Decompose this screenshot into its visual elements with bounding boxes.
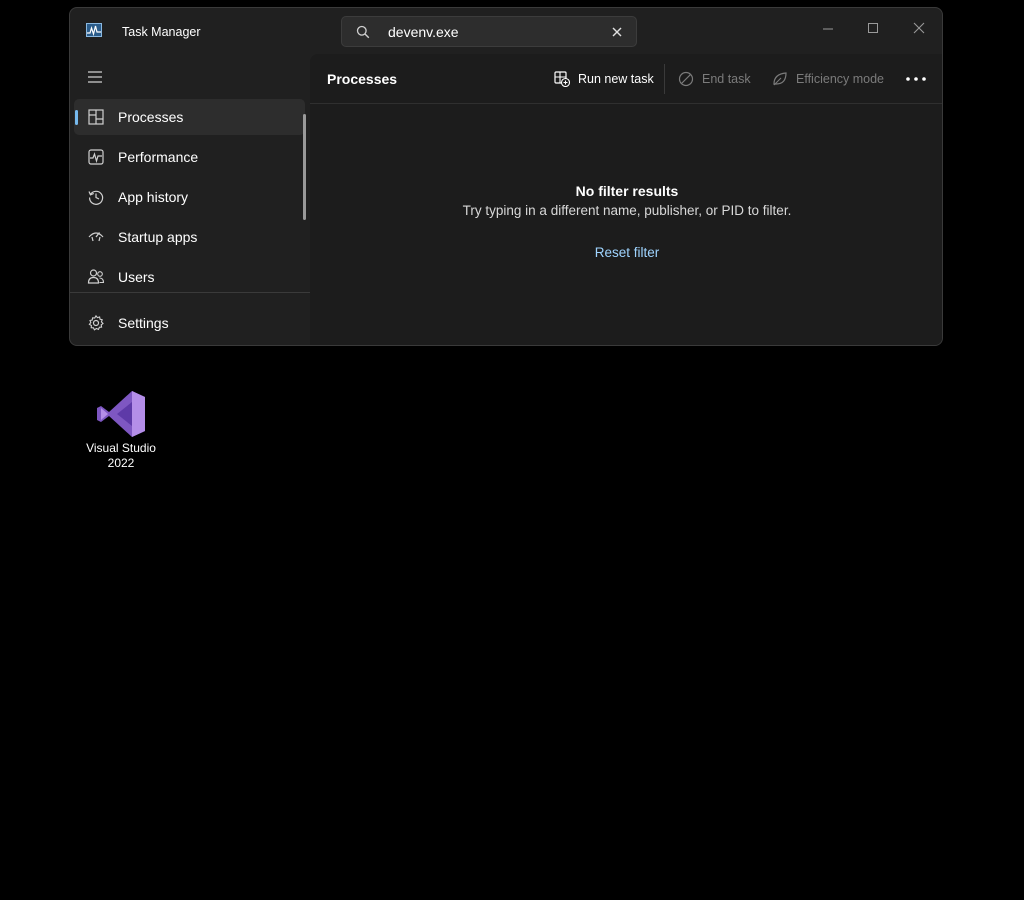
hamburger-icon (88, 71, 102, 83)
toolbar-separator (664, 64, 665, 94)
main-content: Processes Run new task End task Efficien… (310, 54, 942, 345)
sidebar-item-label: Startup apps (118, 229, 198, 245)
close-icon (913, 22, 925, 34)
title-bar[interactable]: Task Manager devenv.exe (70, 8, 942, 54)
performance-icon (88, 149, 104, 165)
sidebar-divider (70, 292, 310, 293)
desktop-icon-visual-studio[interactable]: Visual Studio 2022 (80, 388, 162, 474)
maximize-icon (868, 23, 878, 33)
page-title: Processes (327, 71, 398, 87)
command-bar: Processes Run new task End task Efficien… (310, 54, 942, 104)
search-icon (356, 25, 370, 39)
gear-icon (88, 314, 104, 331)
end-task-button[interactable]: End task (678, 68, 751, 90)
desktop-icon-label-line2: 2022 (107, 456, 135, 470)
more-options-icon[interactable] (904, 70, 928, 88)
sidebar-item-startup-apps[interactable]: Startup apps (74, 219, 305, 255)
empty-state-message: Try typing in a different name, publishe… (462, 203, 792, 218)
empty-state-title: No filter results (575, 183, 679, 199)
sidebar-item-app-history[interactable]: App history (74, 179, 305, 215)
sidebar-item-users[interactable]: Users (74, 259, 305, 295)
leaf-icon (773, 72, 787, 86)
menu-toggle-button[interactable] (84, 66, 106, 88)
startup-apps-icon (88, 232, 104, 242)
task-manager-app-icon (86, 23, 102, 37)
maximize-button[interactable] (858, 14, 888, 42)
efficiency-mode-button[interactable]: Efficiency mode (772, 68, 884, 90)
run-new-task-icon (554, 71, 570, 87)
desktop-icon-label-line1: Visual Studio (86, 441, 156, 455)
end-task-icon (678, 71, 694, 87)
reset-filter-link[interactable]: Reset filter (310, 245, 942, 260)
run-new-task-label: Run new task (578, 72, 654, 86)
minimize-button[interactable] (813, 14, 843, 42)
efficiency-mode-label: Efficiency mode (796, 72, 885, 86)
visual-studio-icon (97, 391, 145, 437)
active-indicator (75, 110, 78, 125)
sidebar-item-processes[interactable]: Processes (74, 99, 305, 135)
task-manager-window: Task Manager devenv.exe Processes Perfor… (69, 7, 943, 346)
run-new-task-button[interactable]: Run new task (554, 68, 654, 90)
sidebar-item-performance[interactable]: Performance (74, 139, 305, 175)
users-icon (87, 269, 105, 284)
window-title: Task Manager (122, 25, 201, 39)
clear-search-icon[interactable] (610, 25, 624, 39)
navigation-sidebar: Processes Performance App history Startu… (70, 54, 310, 345)
sidebar-scrollbar[interactable] (303, 114, 306, 220)
desktop-icon-label: Visual Studio 2022 (80, 441, 162, 471)
sidebar-item-label: Users (118, 269, 155, 285)
app-history-icon (88, 190, 104, 205)
search-input[interactable]: devenv.exe (388, 24, 459, 40)
minimize-icon (823, 28, 833, 30)
search-box[interactable]: devenv.exe (341, 16, 637, 47)
sidebar-item-settings[interactable]: Settings (74, 305, 305, 341)
sidebar-item-label: Performance (118, 149, 199, 165)
close-button[interactable] (904, 14, 934, 42)
sidebar-item-label: App history (118, 189, 189, 205)
sidebar-item-label: Processes (118, 109, 184, 125)
settings-label: Settings (118, 315, 169, 331)
processes-icon (88, 109, 104, 125)
end-task-label: End task (702, 72, 751, 86)
